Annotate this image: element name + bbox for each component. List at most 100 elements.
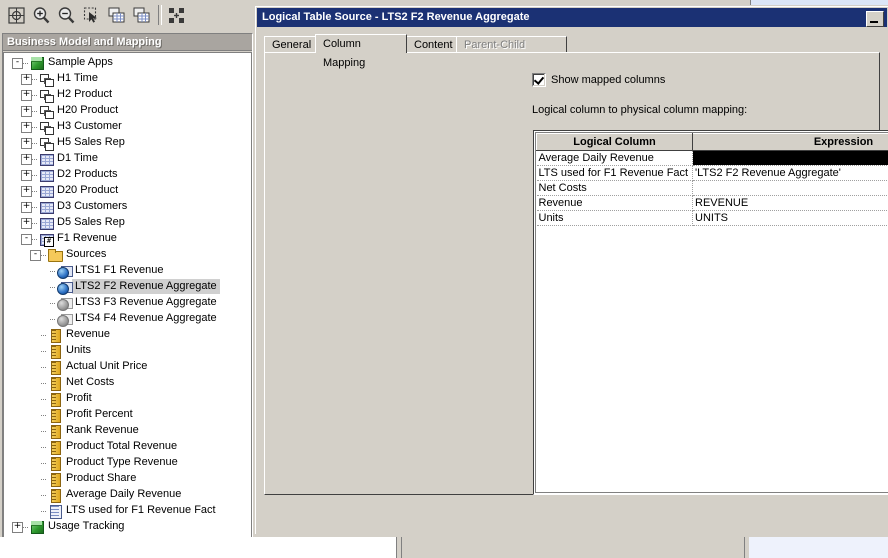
expand-icon[interactable]: + [21,138,32,149]
model-tree[interactable]: - Sample Apps + H1 Time + H2 Product + H20 Prod… [3,52,252,554]
tree-item-label: Sample Apps [48,56,113,68]
panel-title: Business Model and Mapping [3,34,252,51]
cell-logical-column[interactable]: Revenue [536,195,693,211]
tree-connector [41,335,46,337]
expand-icon[interactable]: + [21,170,32,181]
collapse-icon[interactable]: - [30,250,41,261]
minimize-button[interactable] [866,11,884,27]
column-mapping-grid[interactable]: Logical Column Expression Physical Table… [533,130,888,495]
show-mapped-columns-row[interactable]: Show mapped columns [532,73,665,87]
cell-expression[interactable]: 'LTS2 F2 Revenue Aggregate' [692,165,888,181]
copy-table-icon[interactable] [106,5,127,26]
cell-logical-column[interactable]: Net Costs [536,180,693,196]
tree-item-f1-revenue[interactable]: - F1 Revenue [4,231,251,247]
expand-icon[interactable]: + [21,218,32,229]
tree-item-rank-revenue[interactable]: Rank Revenue [4,423,251,439]
tree-item-profit[interactable]: Profit [4,391,251,407]
expand-icon[interactable]: + [21,202,32,213]
tree-item-lts2-f2-revenue-aggregate[interactable]: LTS2 F2 Revenue Aggregate [4,279,251,295]
tree-connector [41,511,46,513]
tree-item-d1-time[interactable]: + D1 Time [4,151,251,167]
cell-expression[interactable]: REVENUE [692,195,888,211]
tree-item-d20-product[interactable]: + D20 Product [4,183,251,199]
tab-content[interactable]: Content [406,36,457,53]
tree-item-product-total-revenue[interactable]: Product Total Revenue [4,439,251,455]
cell-logical-column[interactable]: Average Daily Revenue [536,150,693,166]
table-row[interactable]: LTS used for F1 Revenue Fact 'LTS2 F2 Rev… [536,165,888,181]
collapse-icon[interactable]: - [21,234,32,245]
zoom-in-icon[interactable] [31,5,52,26]
tree-item-product-share[interactable]: Product Share [4,471,251,487]
expand-icon[interactable]: + [21,186,32,197]
tree-item-lts3-f3-revenue-aggregate[interactable]: LTS3 F3 Revenue Aggregate [4,295,251,311]
expand-icon[interactable]: + [21,74,32,85]
dimension-table-icon [38,199,54,215]
measure-column-icon [47,407,63,423]
expand-icon[interactable]: + [21,154,32,165]
tree-item-d5-sales-rep[interactable]: + D5 Sales Rep [4,215,251,231]
cell-expression[interactable]: UNITS [692,210,888,226]
hierarchy-icon [38,87,54,103]
cell-expression[interactable] [692,180,888,196]
zoom-select-icon[interactable] [81,5,102,26]
tree-item-label: Product Share [66,472,137,484]
tree-item-product-type-revenue[interactable]: Product Type Revenue [4,455,251,471]
expand-icon[interactable]: + [21,106,32,117]
tree-connector [41,479,46,481]
tree-item-label: Profit Percent [66,408,133,420]
expand-icon[interactable]: + [21,90,32,101]
tree-item-net-costs[interactable]: Net Costs [4,375,251,391]
tree-item-average-daily-revenue[interactable]: Average Daily Revenue [4,487,251,503]
table-row[interactable]: Average Daily Revenue [536,150,888,166]
tree-item-revenue[interactable]: Revenue [4,327,251,343]
tab-column-mapping[interactable]: Column Mapping [315,34,407,69]
tree-connector [32,239,37,241]
tree-connector [32,79,37,81]
tree-connector [41,383,46,385]
table-row[interactable]: UnitsUNITSF2 Revenue Aggrega [536,210,888,226]
expand-icon[interactable]: + [12,522,23,533]
tree-item-lts1-f1-revenue[interactable]: LTS1 F1 Revenue [4,263,251,279]
tree-item-sample-apps[interactable]: - Sample Apps [4,55,251,71]
tree-item-lts4-f4-revenue-aggregate[interactable]: LTS4 F4 Revenue Aggregate [4,311,251,327]
hierarchy-icon [38,103,54,119]
tree-connector [23,527,28,529]
tree-item-d3-customers[interactable]: + D3 Customers [4,199,251,215]
zoom-out-icon[interactable] [56,5,77,26]
tree-connector [41,463,46,465]
col-header-logical-column[interactable]: Logical Column [536,133,693,151]
col-header-expression[interactable]: Expression [692,133,888,151]
tree-item-profit-percent[interactable]: Profit Percent [4,407,251,423]
tree-item-h1-time[interactable]: + H1 Time [4,71,251,87]
tree-item-usage-tracking[interactable]: + Usage Tracking [4,519,251,535]
table-row[interactable]: RevenueREVENUEF2 Revenue Aggrega [536,195,888,211]
tab-general[interactable]: General [264,36,316,53]
table-row[interactable]: Net Costs [536,180,888,196]
folder-icon [47,247,63,263]
tree-item-h5-sales-rep[interactable]: + H5 Sales Rep [4,135,251,151]
cell-logical-column[interactable]: LTS used for F1 Revenue Fact [536,165,693,181]
paste-table-icon[interactable] [131,5,152,26]
dialog-titlebar[interactable]: Logical Table Source - LTS2 F2 Revenue A… [257,8,887,27]
tree-item-label: Usage Tracking [48,520,125,532]
grid-caption: Logical column to physical column mappin… [532,104,748,116]
cell-logical-column[interactable]: Units [536,210,693,226]
show-mapped-columns-checkbox[interactable] [532,73,546,87]
tree-item-h3-customer[interactable]: + H3 Customer [4,119,251,135]
tree-connector [50,271,55,273]
tree-item-lts-used-for-f1-revenue-fact[interactable]: LTS used for F1 Revenue Fact [4,503,251,519]
tree-item-h2-product[interactable]: + H2 Product [4,87,251,103]
collapse-icon[interactable]: - [12,58,23,69]
tree-connector [50,287,55,289]
tree-item-h20-product[interactable]: + H20 Product [4,103,251,119]
tree-item-d2-products[interactable]: + D2 Products [4,167,251,183]
zoom-actual-icon[interactable] [6,5,27,26]
tree-item-sources[interactable]: - Sources [4,247,251,263]
tree-connector [32,175,37,177]
background-splitter-left[interactable] [396,537,402,558]
cell-expression[interactable] [692,150,888,166]
tree-item-actual-unit-price[interactable]: Actual Unit Price [4,359,251,375]
fit-to-window-icon[interactable] [166,5,187,26]
tree-item-units[interactable]: Units [4,343,251,359]
expand-icon[interactable]: + [21,122,32,133]
